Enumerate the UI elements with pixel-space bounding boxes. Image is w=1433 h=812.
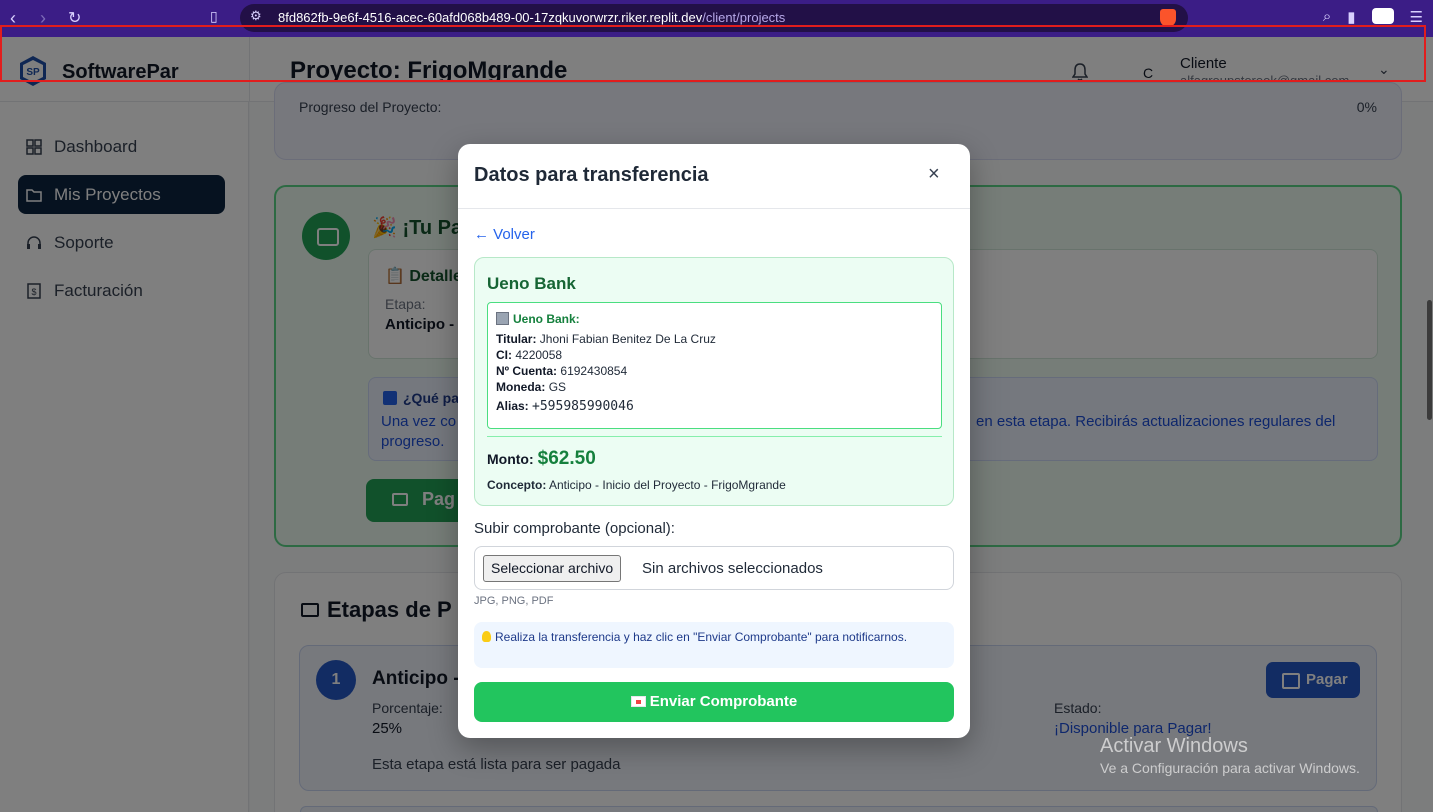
- alias-line: Alias: +595985990046: [496, 399, 634, 414]
- back-link[interactable]: ← Volver: [474, 226, 535, 243]
- close-icon[interactable]: ×: [928, 163, 940, 186]
- browser-toolbar: ‹ › ↻ ▯ ⚙ 8fd862fb-9e6f-4516-acec-60afd0…: [0, 0, 1433, 37]
- modal-divider: [458, 208, 970, 209]
- forward-arrow-icon[interactable]: ›: [40, 8, 46, 29]
- file-status: Sin archivos seleccionados: [642, 560, 823, 577]
- brave-shield-icon[interactable]: [1160, 9, 1176, 27]
- bank-details-title: Ueno Bank:: [496, 312, 580, 326]
- windows-watermark-subtitle: Ve a Configuración para activar Windows.: [1100, 760, 1360, 776]
- modal-title: Datos para transferencia: [474, 164, 709, 186]
- scrollbar[interactable]: [1427, 300, 1432, 420]
- address-bar[interactable]: ⚙ 8fd862fb-9e6f-4516-acec-60afd068b489-0…: [240, 4, 1188, 32]
- bank-separator: [487, 436, 942, 437]
- tip-box: Realiza la transferencia y haz clic en "…: [474, 622, 954, 668]
- concepto-line: Concepto: Anticipo - Inicio del Proyecto…: [487, 478, 786, 492]
- upload-label: Subir comprobante (opcional):: [474, 520, 675, 537]
- windows-watermark-title: Activar Windows: [1100, 735, 1248, 757]
- monto-line: Monto: $62.50: [487, 448, 596, 469]
- bank-name: Ueno Bank: [487, 274, 576, 293]
- menu-icon[interactable]: ☰: [1410, 8, 1423, 26]
- url-text: 8fd862fb-9e6f-4516-acec-60afd068b489-00-…: [278, 10, 786, 25]
- cuenta-line: Nº Cuenta: 6192430854: [496, 364, 628, 378]
- wallet-icon[interactable]: [1371, 8, 1394, 24]
- titular-line: Titular: Jhoni Fabian Benitez De La Cruz: [496, 332, 716, 346]
- bank-icon: [496, 312, 509, 325]
- reload-icon[interactable]: ↻: [68, 8, 81, 28]
- select-file-button[interactable]: Seleccionar archivo: [483, 555, 622, 582]
- modal-backdrop-top: [0, 37, 1433, 62]
- send-receipt-button[interactable]: Enviar Comprobante: [474, 682, 954, 722]
- moneda-line: Moneda: GS: [496, 380, 567, 394]
- transfer-modal: Datos para transferencia × ← Volver Ueno…: [458, 144, 970, 738]
- envelope-icon: [630, 696, 646, 707]
- bookmark-icon[interactable]: ▯: [210, 8, 218, 25]
- back-arrow-icon[interactable]: ‹: [10, 8, 16, 29]
- file-hint: JPG, PNG, PDF: [474, 595, 554, 607]
- lightbulb-icon: [482, 631, 491, 642]
- bank-details: Ueno Bank: Titular: Jhoni Fabian Benitez…: [487, 302, 942, 429]
- search-tab-icon[interactable]: ⌕: [1323, 8, 1331, 26]
- bank-card: Ueno Bank Ueno Bank: Titular: Jhoni Fabi…: [474, 257, 954, 506]
- tip-text: Realiza la transferencia y haz clic en "…: [482, 629, 948, 645]
- site-settings-icon[interactable]: ⚙: [250, 8, 262, 24]
- sidebar-toggle-icon[interactable]: ▮: [1347, 8, 1355, 26]
- file-input[interactable]: Seleccionar archivo Sin archivos selecci…: [474, 546, 954, 590]
- ci-line: CI: 4220058: [496, 348, 563, 362]
